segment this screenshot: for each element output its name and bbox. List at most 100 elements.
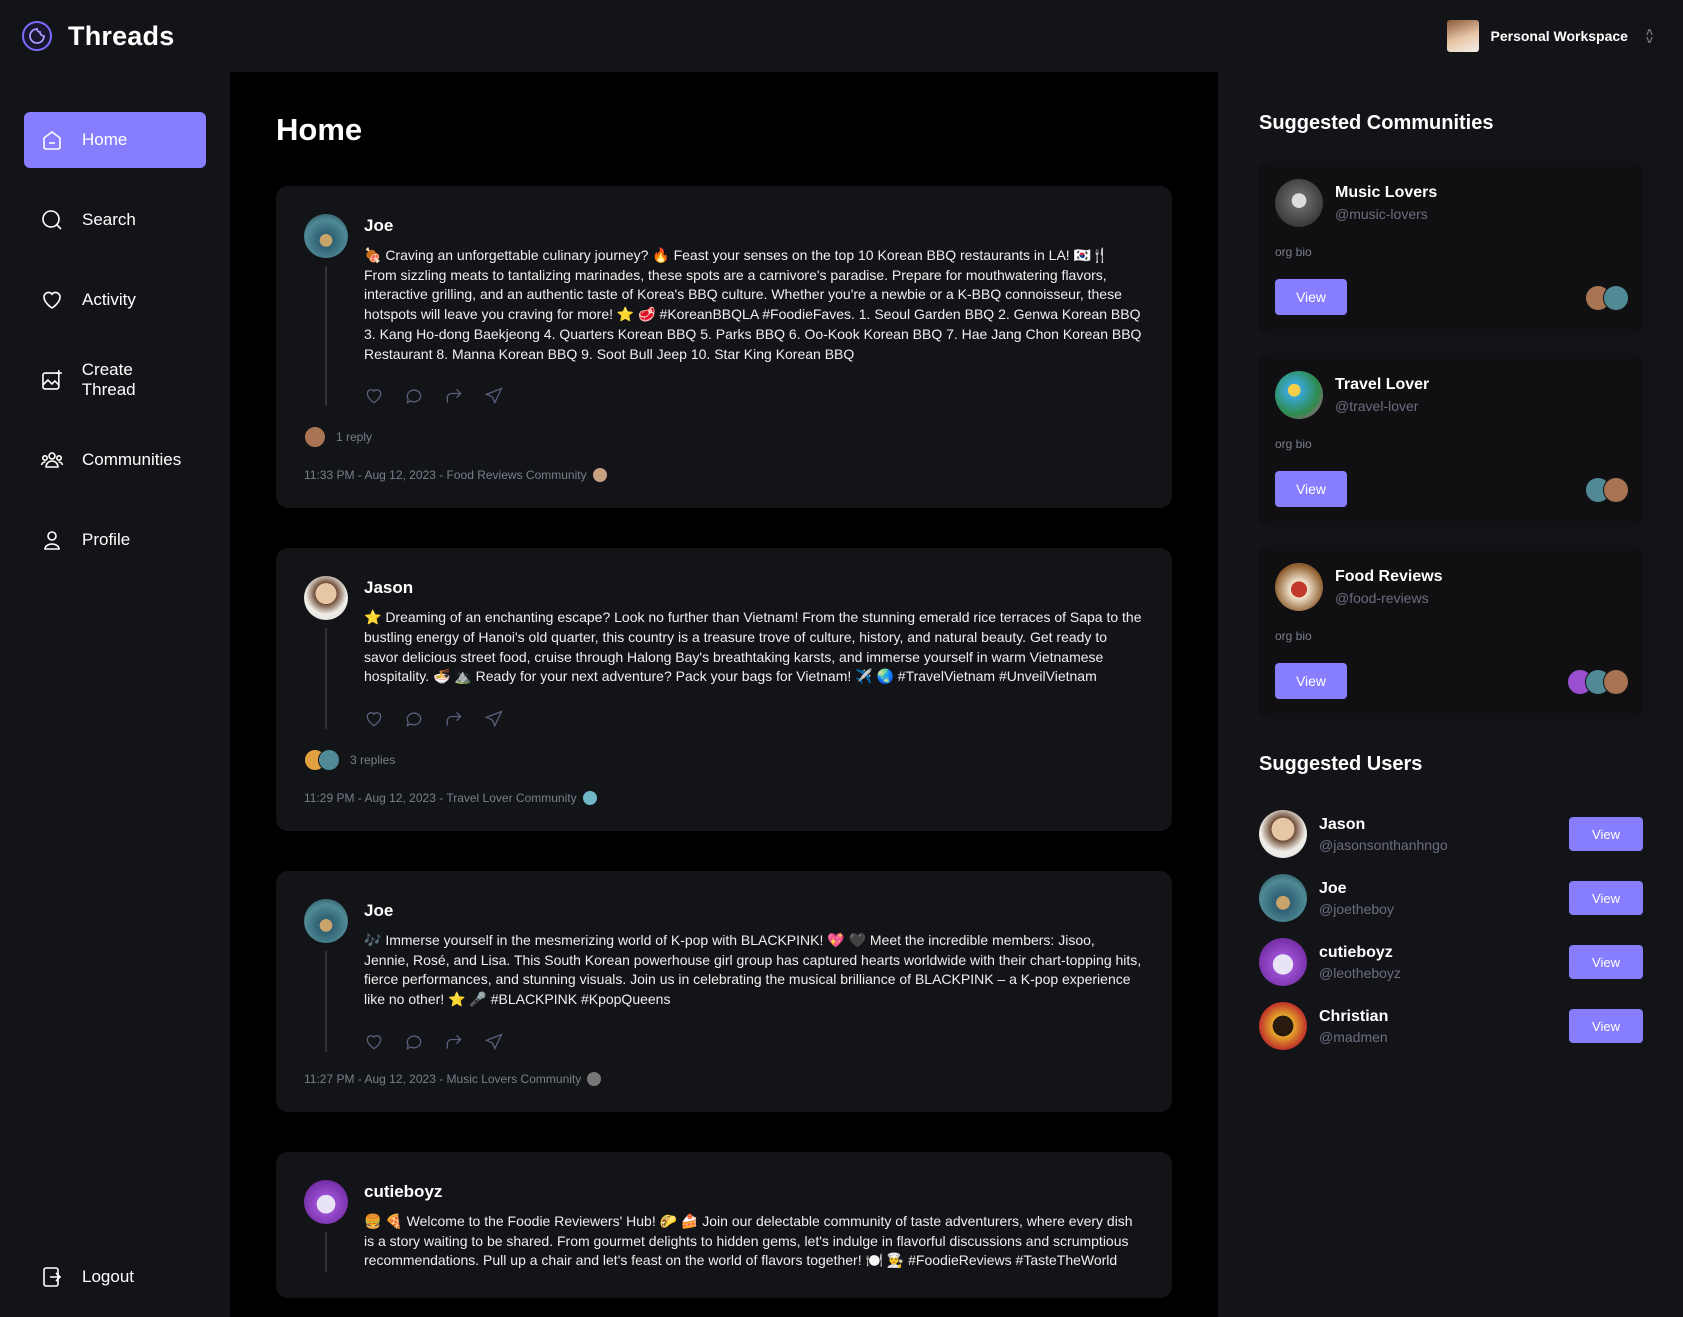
view-user-button[interactable]: View bbox=[1569, 945, 1643, 979]
thread-meta-text: 11:27 PM - Aug 12, 2023 - Music Lovers C… bbox=[304, 1071, 582, 1086]
replies-count: 3 replies bbox=[350, 753, 396, 768]
threads-logo-icon bbox=[22, 21, 52, 51]
user-handle: @joetheboy bbox=[1319, 900, 1394, 917]
share-icon[interactable] bbox=[484, 709, 504, 729]
nav-item-home[interactable]: Home bbox=[24, 112, 206, 168]
community-card: Food Reviews @food-reviews org bio View bbox=[1259, 545, 1643, 719]
view-user-button[interactable]: View bbox=[1569, 1009, 1643, 1043]
search-icon bbox=[42, 210, 62, 230]
community-name: Travel Lover bbox=[1335, 376, 1430, 393]
avatar[interactable] bbox=[1259, 810, 1307, 858]
share-icon[interactable] bbox=[484, 386, 504, 406]
nav-item-label: Search bbox=[82, 210, 136, 229]
community-bio: org bio bbox=[1275, 629, 1312, 643]
thread-card: cutieboyz 🍔 🍕 Welcome to the Foodie Revi… bbox=[276, 1151, 1172, 1298]
heart-icon[interactable] bbox=[364, 1032, 384, 1052]
logout-icon bbox=[43, 1267, 62, 1287]
heart-icon bbox=[43, 291, 61, 309]
brand[interactable]: Threads bbox=[22, 21, 174, 52]
community-members bbox=[1585, 285, 1629, 311]
avatar[interactable] bbox=[304, 1179, 348, 1224]
nav-item-label: Profile bbox=[82, 530, 131, 549]
community-avatar bbox=[582, 791, 597, 806]
thread-meta[interactable]: 11:33 PM - Aug 12, 2023 - Food Reviews C… bbox=[304, 468, 1142, 483]
workspace-switcher[interactable]: Personal Workspace ˄ ˅ bbox=[1446, 20, 1653, 52]
community-avatar bbox=[1275, 179, 1323, 227]
nav-item-communities[interactable]: Communities bbox=[24, 432, 206, 488]
communities-icon bbox=[40, 452, 64, 468]
thread-actions bbox=[364, 709, 1142, 729]
view-community-button[interactable]: View bbox=[1275, 471, 1347, 507]
community-name: Food Reviews bbox=[1335, 568, 1443, 585]
share-icon[interactable] bbox=[484, 1032, 504, 1052]
thread-meta-text: 11:29 PM - Aug 12, 2023 - Travel Lover C… bbox=[304, 791, 577, 806]
reply-icon[interactable] bbox=[404, 1032, 424, 1052]
suggested-communities-title: Suggested Communities bbox=[1259, 112, 1494, 134]
thread-author[interactable]: Joe bbox=[364, 901, 1142, 921]
avatar[interactable] bbox=[304, 576, 348, 621]
nav-item-label: Create Thread bbox=[81, 360, 136, 399]
avatar bbox=[1603, 477, 1629, 503]
community-avatar bbox=[587, 1071, 602, 1086]
avatar[interactable] bbox=[1259, 1002, 1307, 1050]
repost-icon[interactable] bbox=[444, 1032, 464, 1052]
nav-item-profile[interactable]: Profile bbox=[24, 512, 206, 568]
community-avatar bbox=[592, 468, 607, 483]
heart-icon[interactable] bbox=[364, 386, 384, 406]
nav-item-activity[interactable]: Activity bbox=[24, 272, 206, 328]
nav-item-label: Communities bbox=[82, 450, 182, 469]
view-user-button[interactable]: View bbox=[1569, 817, 1643, 851]
community-avatar bbox=[1275, 563, 1323, 611]
avatar[interactable] bbox=[1259, 938, 1307, 986]
nav-item-create-thread[interactable]: Create Thread bbox=[24, 352, 206, 408]
repost-icon[interactable] bbox=[444, 386, 464, 406]
community-avatar bbox=[1275, 371, 1323, 419]
thread-author[interactable]: Joe bbox=[364, 216, 1142, 236]
user-row: Joe @joetheboy View bbox=[1259, 866, 1643, 930]
user-row: Christian @madmen View bbox=[1259, 994, 1643, 1058]
thread-meta[interactable]: 11:27 PM - Aug 12, 2023 - Music Lovers C… bbox=[304, 1071, 1142, 1086]
avatar bbox=[318, 749, 340, 772]
thread-meta[interactable]: 11:29 PM - Aug 12, 2023 - Travel Lover C… bbox=[304, 791, 1142, 806]
logout-label: Logout bbox=[82, 1267, 134, 1286]
main-feed: Home Joe 🍖 Craving an unforgettable culi… bbox=[230, 72, 1218, 1317]
user-name: Jason bbox=[1319, 815, 1366, 833]
nav-item-search[interactable]: Search bbox=[24, 192, 206, 248]
community-name: Music Lovers bbox=[1335, 184, 1438, 201]
page-title: Home bbox=[276, 112, 363, 147]
avatar[interactable] bbox=[304, 899, 348, 944]
avatar[interactable] bbox=[304, 214, 348, 258]
user-icon bbox=[44, 531, 60, 550]
view-community-button[interactable]: View bbox=[1275, 279, 1347, 315]
thread-line bbox=[325, 951, 327, 1052]
nav-item-label: Activity bbox=[82, 290, 136, 309]
thread-card: Jason ⭐ Dreaming of an enchanting escape… bbox=[276, 548, 1172, 832]
view-user-button[interactable]: View bbox=[1569, 881, 1643, 915]
reply-icon[interactable] bbox=[404, 386, 424, 406]
user-name: Joe bbox=[1319, 879, 1347, 897]
heart-icon[interactable] bbox=[364, 709, 384, 729]
home-icon bbox=[43, 131, 61, 150]
logout-button[interactable]: Logout bbox=[24, 1249, 150, 1305]
repost-icon[interactable] bbox=[444, 709, 464, 729]
thread-actions bbox=[364, 386, 1142, 406]
replies-count: 1 reply bbox=[336, 430, 373, 445]
user-handle: @jasonsonthanhngo bbox=[1319, 836, 1448, 853]
user-name: cutieboyz bbox=[1319, 943, 1393, 961]
user-row: Jason @jasonsonthanhngo View bbox=[1259, 802, 1643, 866]
replies-link[interactable]: 1 reply bbox=[304, 426, 1142, 449]
user-name: Christian bbox=[1319, 1007, 1389, 1025]
view-community-button[interactable]: View bbox=[1275, 663, 1347, 699]
community-card: Travel Lover @travel-lover org bio View bbox=[1259, 353, 1643, 527]
thread-author[interactable]: cutieboyz bbox=[364, 1182, 1142, 1202]
thread-line bbox=[325, 266, 327, 407]
avatar[interactable] bbox=[1259, 874, 1307, 922]
thread-author[interactable]: Jason bbox=[364, 578, 1142, 598]
community-card: Music Lovers @music-lovers org bio View bbox=[1259, 161, 1643, 335]
replies-link[interactable]: 3 replies bbox=[304, 749, 1142, 772]
reply-icon[interactable] bbox=[404, 709, 424, 729]
create-thread-icon bbox=[42, 370, 62, 390]
thread-content: 🍖 Craving an unforgettable culinary jour… bbox=[364, 247, 1142, 362]
community-bio: org bio bbox=[1275, 245, 1312, 259]
community-bio: org bio bbox=[1275, 437, 1312, 451]
